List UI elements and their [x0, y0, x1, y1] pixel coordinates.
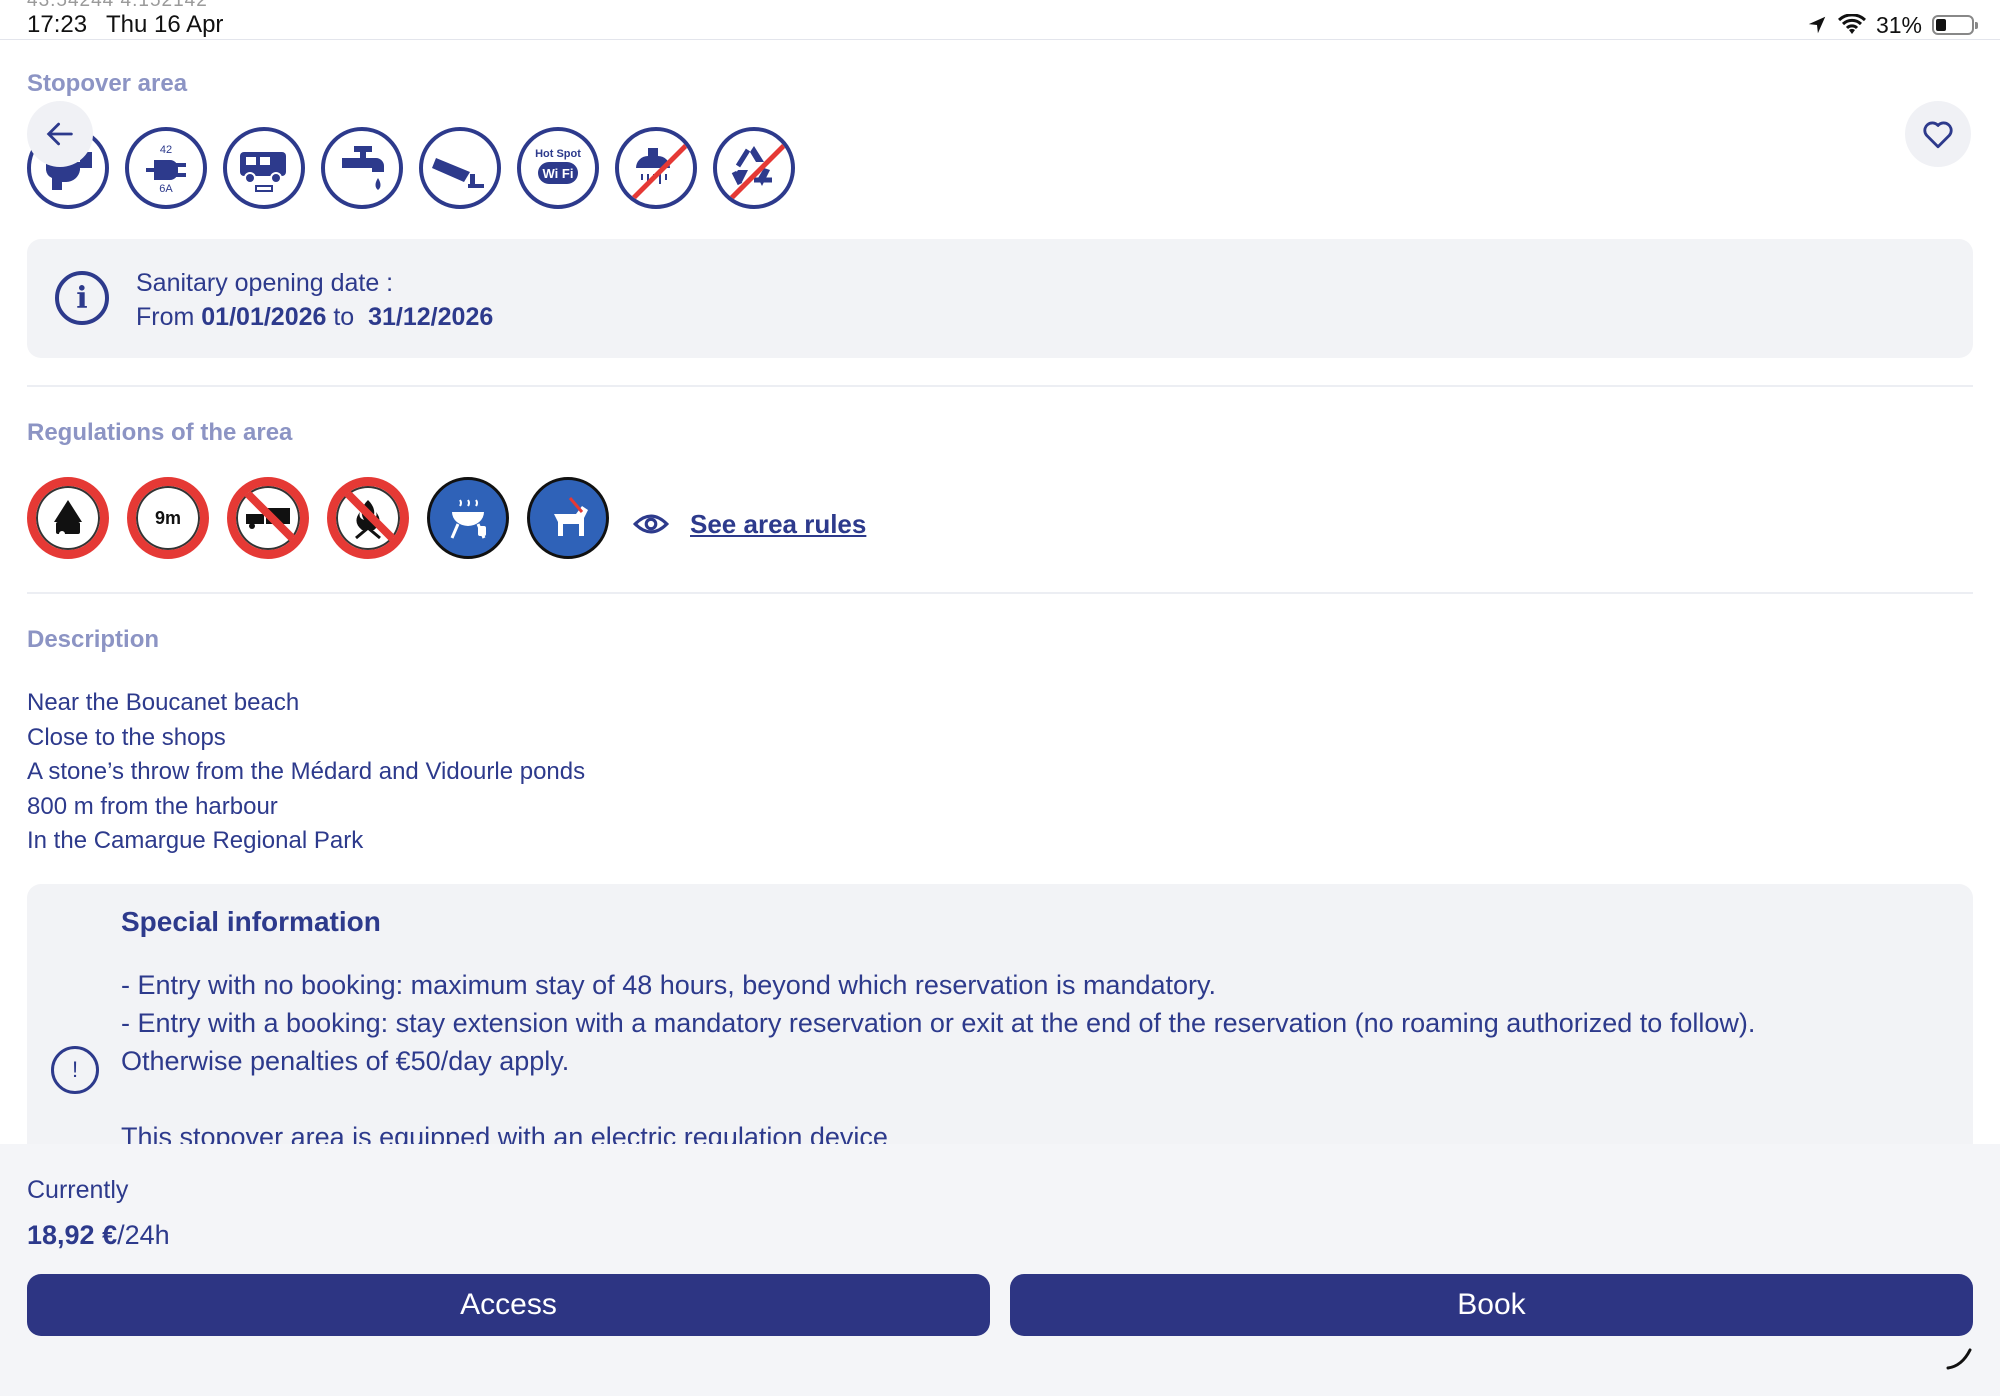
loading-spinner-icon [1946, 1348, 1972, 1370]
camera-surveillance-icon [419, 127, 501, 209]
status-bar: 43.54244 4.152142 17:23 Thu 16 Apr 31% [0, 0, 2000, 40]
wifi-icon [1837, 14, 1866, 34]
back-button[interactable] [27, 101, 93, 167]
from-label: From [136, 303, 195, 331]
favorite-button[interactable] [1905, 101, 1971, 167]
no-shower-icon [615, 127, 697, 209]
access-button[interactable]: Access [27, 1274, 990, 1336]
special-info-title: Special information [121, 906, 381, 937]
status-icons: 31% [1806, 11, 1978, 38]
eye-icon [632, 514, 670, 534]
description-line: A stone’s throw from the Médard and Vido… [27, 758, 586, 785]
info-icon: i [55, 271, 109, 325]
svg-text:Hot Spot: Hot Spot [535, 148, 581, 160]
description-title: Description [27, 626, 160, 653]
see-area-rules-label[interactable]: See area rules [690, 509, 866, 540]
special-line: This stopover area is equipped with an e… [121, 1122, 888, 1144]
electricity-icon: 42 6A [125, 127, 207, 209]
see-area-rules-link[interactable]: See area rules [632, 505, 866, 543]
motorhome-service-icon [223, 127, 305, 209]
wifi-hotspot-icon: Hot Spot Wi Fi [517, 127, 599, 209]
sanitary-label: Sanitary opening date : [136, 269, 394, 297]
price-unit: /24h [117, 1220, 170, 1250]
length-label: 9m [154, 507, 181, 528]
description-line: In the Camargue Regional Park [27, 827, 364, 854]
status-time: 17:23 [27, 11, 88, 38]
from-date: 01/01/2026 [201, 303, 327, 331]
arrow-left-icon [46, 122, 73, 146]
regulation-icons-row: 9m [27, 477, 627, 559]
divider [27, 385, 1973, 387]
to-label: to [333, 303, 355, 331]
sanitary-info-card: i Sanitary opening date : From 01/01/202… [27, 239, 1973, 358]
dogs-on-leash-icon [527, 477, 609, 559]
water-tap-icon [321, 127, 403, 209]
no-trailer-icon [227, 477, 309, 559]
special-line: - Entry with no booking: maximum stay of… [121, 970, 1217, 1000]
status-date: Thu 16 Apr [106, 11, 224, 38]
regulations-title: Regulations of the area [27, 419, 293, 446]
service-icons-row: 42 6A Hot Spot Wi Fi [27, 127, 811, 209]
special-info-text: - Entry with no booking: maximum stay of… [121, 966, 1755, 1144]
divider [27, 592, 1973, 594]
max-length-9m-icon: 9m [127, 477, 209, 559]
sanitary-dates: From 01/01/2026 to 31/12/2026 [136, 303, 493, 332]
stopover-title: Stopover area [27, 70, 188, 97]
book-button[interactable]: Book [1010, 1274, 1973, 1336]
special-line [121, 1080, 1755, 1118]
description-text: Near the Boucanet beach Close to the sho… [27, 686, 585, 859]
special-line: Otherwise penalties of €50/day apply. [121, 1046, 570, 1076]
price: 18,92 €/24h [27, 1220, 170, 1251]
heart-icon [1923, 121, 1953, 149]
svg-text:Wi Fi: Wi Fi [543, 166, 574, 181]
battery-icon [1932, 15, 1978, 35]
alert-icon: ! [51, 1046, 99, 1094]
special-line: - Entry with a booking: stay extension w… [121, 1008, 1756, 1038]
booking-footer: Currently 18,92 €/24h Access Book [0, 1144, 2000, 1396]
description-line: 800 m from the harbour [27, 792, 278, 820]
svg-text:6A: 6A [159, 183, 173, 195]
no-recycling-icon [713, 127, 795, 209]
special-info-card: ! Special information - Entry with no bo… [27, 884, 1973, 1144]
no-camping-icon [27, 477, 109, 559]
to-date: 31/12/2026 [368, 303, 494, 331]
description-line: Close to the shops [27, 723, 226, 751]
location-arrow-icon [1808, 16, 1826, 34]
price-value: 18,92 € [27, 1220, 118, 1250]
bbq-allowed-icon [427, 477, 509, 559]
svg-text:42: 42 [160, 144, 172, 156]
no-fire-icon [327, 477, 409, 559]
battery-percent: 31% [1875, 11, 1922, 38]
currently-label: Currently [27, 1176, 129, 1204]
description-line: Near the Boucanet beach [27, 689, 300, 716]
